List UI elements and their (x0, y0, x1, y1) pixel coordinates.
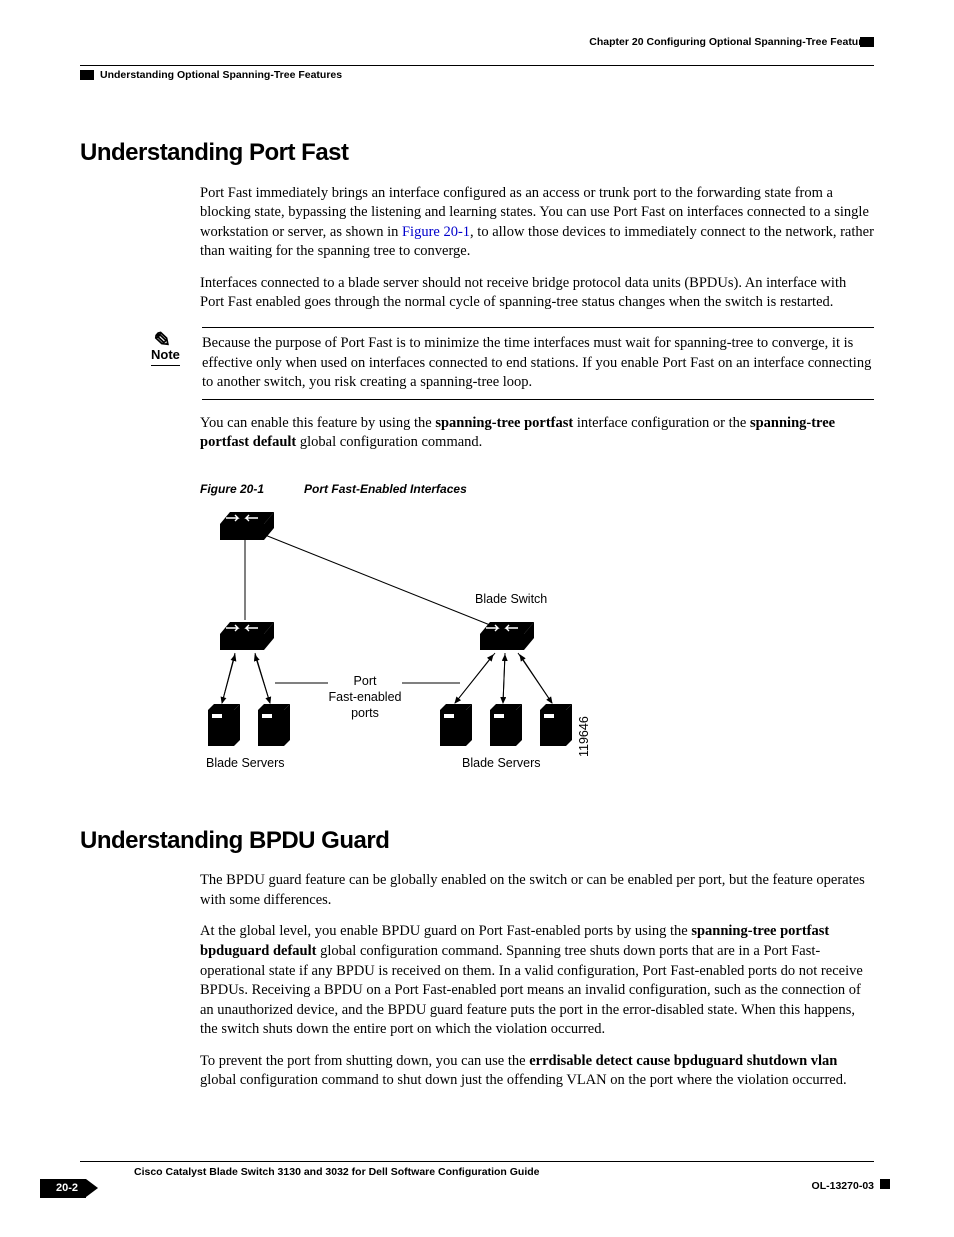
footer-guide: Cisco Catalyst Blade Switch 3130 and 303… (134, 1165, 540, 1179)
server-icon (258, 704, 290, 746)
text: global configuration command to shut dow… (200, 1072, 847, 1088)
figure-refnum: 119646 (577, 716, 591, 757)
figure-number: Figure 20-1 (200, 482, 264, 496)
page: Chapter 20 Configuring Optional Spanning… (0, 0, 954, 1237)
text: global configuration command. (296, 434, 482, 450)
figure-title: Port Fast-Enabled Interfaces (304, 482, 467, 496)
label-ports: ports (351, 706, 379, 720)
label-servers-right: Blade Servers (462, 756, 541, 770)
paragraph: At the global level, you enable BPDU gua… (200, 922, 874, 1039)
page-footer: Cisco Catalyst Blade Switch 3130 and 303… (80, 1165, 874, 1197)
text: To prevent the port from shutting down, … (200, 1053, 529, 1069)
running-title: Understanding Optional Spanning-Tree Fea… (100, 69, 342, 81)
server-icon (440, 704, 472, 746)
header-marker-icon (80, 70, 94, 80)
command: spanning-tree portfast (435, 415, 573, 431)
label-fast: Fast-enabled (329, 690, 402, 704)
paragraph: The BPDU guard feature can be globally e… (200, 871, 874, 910)
server-icon (208, 704, 240, 746)
doc-id: OL-13270-03 (812, 1179, 874, 1193)
paragraph: Port Fast immediately brings an interfac… (200, 184, 874, 262)
note-text: Because the purpose of Port Fast is to m… (202, 327, 874, 399)
paragraph: Interfaces connected to a blade server s… (200, 274, 874, 313)
text: You can enable this feature by using the (200, 415, 435, 431)
figure-portfast: Blade Switch Port Fast-enabled ports Bla… (200, 505, 874, 785)
server-icon (490, 704, 522, 746)
section-body: Port Fast immediately brings an interfac… (200, 184, 874, 313)
server-icon (540, 704, 572, 746)
header-rule (80, 65, 874, 66)
paragraph: To prevent the port from shutting down, … (200, 1052, 874, 1091)
switch-icon (220, 622, 274, 650)
label-blade-switch: Blade Switch (475, 592, 547, 606)
text: At the global level, you enable BPDU gua… (200, 923, 691, 939)
footer-rule (80, 1161, 874, 1162)
section-body: You can enable this feature by using the… (200, 414, 874, 453)
switch-icon (480, 622, 534, 650)
section-body: The BPDU guard feature can be globally e… (200, 871, 874, 1091)
figure-link[interactable]: Figure 20-1 (402, 224, 470, 240)
note-block: ✎ Note Because the purpose of Port Fast … (150, 327, 874, 400)
section-heading-bpduguard: Understanding BPDU Guard (80, 825, 874, 857)
chapter-label: Chapter 20 Configuring Optional Spanning… (589, 35, 874, 49)
text: interface configuration or the (573, 415, 750, 431)
command: errdisable detect cause bpduguard shutdo… (529, 1053, 837, 1069)
page-number: 20-2 (40, 1179, 86, 1198)
label-port: Port (354, 674, 377, 688)
page-header: Chapter 20 Configuring Optional Spanning… (80, 35, 874, 63)
running-header: Understanding Optional Spanning-Tree Fea… (80, 68, 874, 82)
footer-marker-icon (880, 1179, 890, 1189)
figure-caption: Figure 20-1 Port Fast-Enabled Interfaces (200, 481, 874, 497)
section-heading-portfast: Understanding Port Fast (80, 137, 874, 169)
label-servers-left: Blade Servers (206, 756, 285, 770)
paragraph: You can enable this feature by using the… (200, 414, 874, 453)
